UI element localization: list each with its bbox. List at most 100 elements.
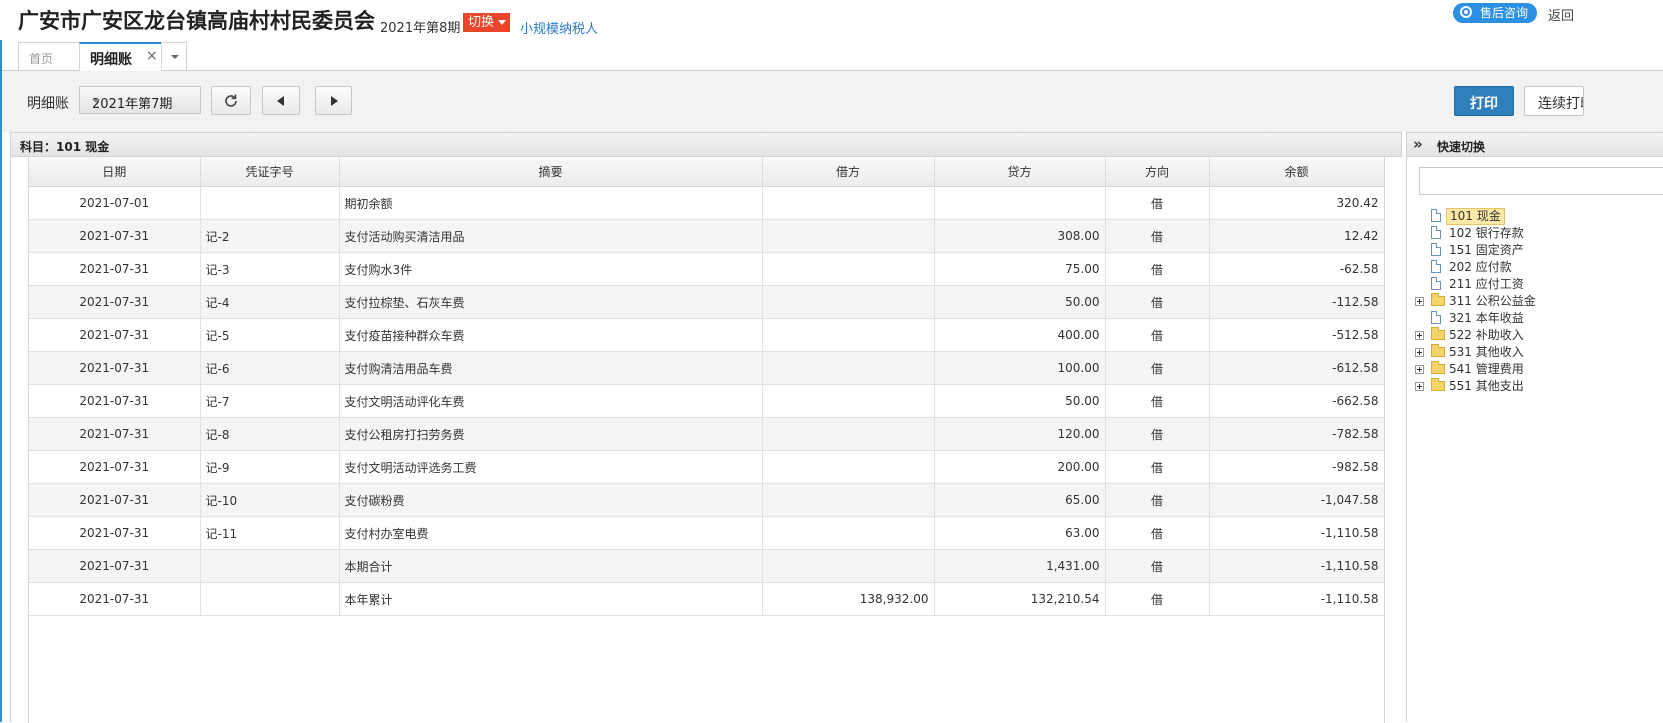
- tree-node-311[interactable]: 311 公积公益金: [1415, 293, 1663, 310]
- cell-direction: 借: [1105, 516, 1210, 550]
- tree-node-label: 541 管理费用: [1449, 362, 1524, 376]
- cell-voucher[interactable]: 记-7: [200, 384, 340, 418]
- cell-voucher[interactable]: 记-10: [200, 483, 340, 517]
- current-period: 2021年第8期: [380, 21, 461, 36]
- table-row[interactable]: 2021-07-31 记-7 支付文明活动评化车费 50.00 借 -662.5…: [29, 384, 1385, 418]
- print-label: 打印: [1470, 96, 1498, 112]
- cell-date: 2021-07-31: [29, 351, 201, 385]
- table-row[interactable]: 2021-07-31 记-8 支付公租房打扫劳务费 120.00 借 -782.…: [29, 417, 1385, 451]
- cell-voucher[interactable]: 记-5: [200, 318, 340, 352]
- grid-scrollbar-gutter[interactable]: [1384, 157, 1402, 723]
- period-select[interactable]: 2021年第7期: [79, 86, 201, 114]
- column-header-debit[interactable]: 借方: [762, 157, 935, 187]
- cell-summary: 支付疫苗接种群众车费: [339, 318, 763, 352]
- folder-icon: [1431, 378, 1445, 391]
- company-name: 广安市广安区龙台镇高庙村村民委员会: [18, 9, 375, 33]
- folder-icon: [1431, 293, 1445, 306]
- tree-node-151[interactable]: 151 固定资产: [1415, 242, 1663, 259]
- table-row-period-total[interactable]: 2021-07-31 本期合计 1,431.00 借 -1,110.58: [29, 549, 1385, 583]
- table-row[interactable]: 2021-07-31 记-6 支付购清洁用品车费 100.00 借 -612.5…: [29, 351, 1385, 385]
- tab-more-dropdown[interactable]: [161, 42, 187, 70]
- cell-balance: 12.42: [1209, 219, 1385, 253]
- folder-icon: [1431, 344, 1445, 357]
- cell-voucher[interactable]: 记-6: [200, 351, 340, 385]
- table-row[interactable]: 2021-07-31 记-2 支付活动购买清洁用品 308.00 借 12.42: [29, 219, 1385, 253]
- cell-voucher[interactable]: 记-3: [200, 252, 340, 286]
- column-header-credit[interactable]: 贷方: [934, 157, 1106, 187]
- table-row[interactable]: 2021-07-31 记-3 支付购水3件 75.00 借 -62.58: [29, 252, 1385, 286]
- tab-detail-label: 明细账: [90, 52, 132, 68]
- tree-node-522[interactable]: 522 补助收入: [1415, 327, 1663, 344]
- expand-plus-icon[interactable]: [1415, 365, 1424, 374]
- cell-voucher[interactable]: 记-11: [200, 516, 340, 550]
- cell-credit: [934, 186, 1106, 220]
- cell-balance: 320.42: [1209, 186, 1385, 220]
- cell-credit: 400.00: [934, 318, 1106, 352]
- double-chevron-right-icon[interactable]: »: [1413, 135, 1423, 153]
- previous-period-button[interactable]: [262, 86, 300, 115]
- print-button[interactable]: 打印: [1454, 86, 1514, 116]
- column-header-balance[interactable]: 余额: [1209, 157, 1385, 187]
- cell-date: 2021-07-31: [29, 219, 201, 253]
- table-row[interactable]: 2021-07-31 记-5 支付疫苗接种群众车费 400.00 借 -512.…: [29, 318, 1385, 352]
- tree-node-321[interactable]: 321 本年收益: [1415, 310, 1663, 327]
- switch-period-button[interactable]: 切换: [463, 13, 511, 32]
- tree-node-101[interactable]: 101 现金: [1415, 208, 1663, 225]
- cell-credit: 63.00: [934, 516, 1106, 550]
- cell-credit: 1,431.00: [934, 549, 1106, 583]
- cell-voucher: [200, 186, 340, 220]
- tree-node-211[interactable]: 211 应付工资: [1415, 276, 1663, 293]
- cell-credit: 200.00: [934, 450, 1106, 484]
- expand-plus-icon[interactable]: [1415, 348, 1424, 357]
- ledger-grid: 日期 凭证字号 摘要 借方 贷方 方向 余额 2021-07-01 期初余额 借: [28, 157, 1385, 723]
- column-header-summary[interactable]: 摘要: [339, 157, 763, 187]
- tree-node-202[interactable]: 202 应付款: [1415, 259, 1663, 276]
- table-row[interactable]: 2021-07-01 期初余额 借 320.42: [29, 186, 1385, 220]
- cell-balance: -112.58: [1209, 285, 1385, 319]
- cell-summary: 本年累计: [339, 582, 763, 616]
- tree-node-551[interactable]: 551 其他支出: [1415, 378, 1663, 395]
- column-header-direction[interactable]: 方向: [1105, 157, 1210, 187]
- cell-voucher[interactable]: 记-4: [200, 285, 340, 319]
- table-row-year-total[interactable]: 2021-07-31 本年累计 138,932.00 132,210.54 借 …: [29, 582, 1385, 616]
- tab-detail-ledger[interactable]: 明细账 ×: [79, 42, 162, 71]
- table-header-row: 日期 凭证字号 摘要 借方 贷方 方向 余额: [29, 157, 1385, 187]
- continuous-print-button[interactable]: 连续打印: [1524, 86, 1584, 116]
- account-search-input[interactable]: [1419, 167, 1663, 195]
- column-header-date[interactable]: 日期: [29, 157, 201, 187]
- expand-plus-icon[interactable]: [1415, 382, 1424, 391]
- switch-label: 切换: [468, 15, 495, 30]
- table-row[interactable]: 2021-07-31 记-4 支付拉棕垫、石灰车费 50.00 借 -112.5…: [29, 285, 1385, 319]
- ledger-table: 日期 凭证字号 摘要 借方 贷方 方向 余额 2021-07-01 期初余额 借: [29, 157, 1385, 616]
- cell-voucher[interactable]: 记-9: [200, 450, 340, 484]
- tree-node-541[interactable]: 541 管理费用: [1415, 361, 1663, 378]
- cell-date: 2021-07-31: [29, 549, 201, 583]
- cell-voucher[interactable]: 记-8: [200, 417, 340, 451]
- app-header: 广安市广安区龙台镇高庙村村民委员会 2021年第8期 切换 小规模纳税人 售后咨…: [0, 0, 1663, 40]
- cell-balance: -662.58: [1209, 384, 1385, 418]
- tab-home[interactable]: 首页: [18, 42, 80, 70]
- table-row[interactable]: 2021-07-31 记-11 支付村办室电费 63.00 借 -1,110.5…: [29, 516, 1385, 550]
- cell-debit: [762, 351, 935, 385]
- expand-plus-icon[interactable]: [1415, 331, 1424, 340]
- back-link[interactable]: 返回: [1548, 5, 1574, 24]
- column-header-voucher[interactable]: 凭证字号: [200, 157, 340, 187]
- cell-direction: 借: [1105, 351, 1210, 385]
- refresh-icon: [225, 94, 237, 107]
- panel-header: 科目：101 现金: [11, 133, 1401, 157]
- table-row[interactable]: 2021-07-31 记-9 支付文明活动评选务工费 200.00 借 -982…: [29, 450, 1385, 484]
- cell-direction: 借: [1105, 549, 1210, 583]
- cell-direction: 借: [1105, 285, 1210, 319]
- table-row[interactable]: 2021-07-31 记-10 支付碳粉费 65.00 借 -1,047.58: [29, 483, 1385, 517]
- cell-voucher[interactable]: 记-2: [200, 219, 340, 253]
- next-period-button[interactable]: [315, 86, 352, 115]
- expand-plus-icon[interactable]: [1415, 297, 1424, 306]
- tree-node-531[interactable]: 531 其他收入: [1415, 344, 1663, 361]
- tree-node-102[interactable]: 102 银行存款: [1415, 225, 1663, 242]
- close-icon[interactable]: ×: [146, 48, 158, 64]
- taxpayer-type-link[interactable]: 小规模纳税人: [520, 18, 598, 37]
- refresh-button[interactable]: [211, 86, 251, 115]
- after-sales-service-button[interactable]: 售后咨询: [1453, 3, 1537, 23]
- tree-node-label: 102 银行存款: [1449, 226, 1524, 240]
- cell-date: 2021-07-31: [29, 516, 201, 550]
